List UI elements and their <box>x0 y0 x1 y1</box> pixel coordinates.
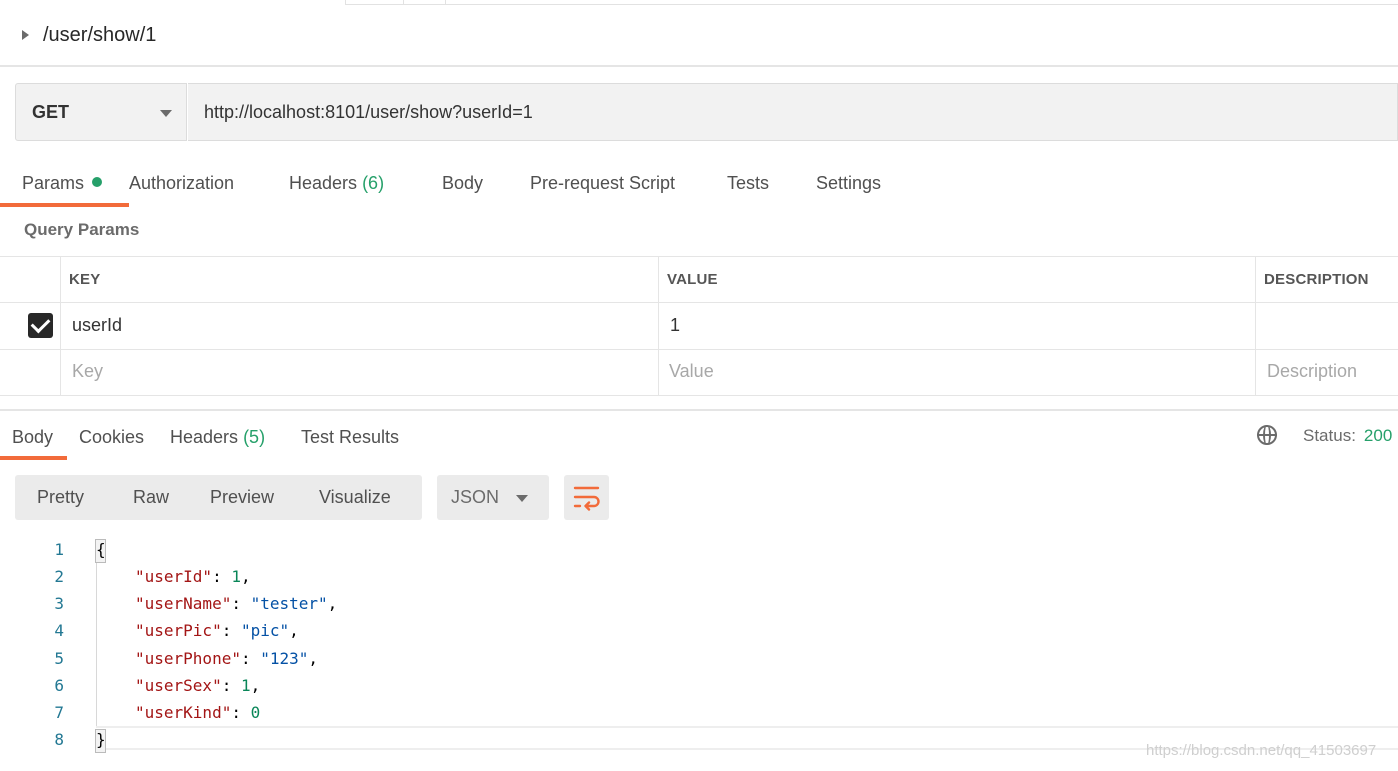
code-line: "userSex": 1, <box>135 676 261 695</box>
line-number: 2 <box>54 567 64 586</box>
code-line: "userId": 1, <box>135 567 251 586</box>
json-close-brace: } <box>96 730 106 749</box>
line-number: 1 <box>54 540 64 559</box>
json-value: "pic" <box>240 621 290 640</box>
json-value: "tester" <box>250 594 328 613</box>
json-comma: , <box>308 649 319 668</box>
code-lines: 1 2 3 4 5 6 7 8 { "userId": 1, "userName… <box>0 0 1398 771</box>
code-line: "userPhone": "123", <box>135 649 319 668</box>
json-comma: , <box>327 594 338 613</box>
json-open-brace: { <box>96 540 106 559</box>
line-number: 6 <box>54 676 64 695</box>
line-number: 7 <box>54 703 64 722</box>
code-line: "userPic": "pic", <box>135 621 299 640</box>
code-line: } <box>96 730 106 749</box>
line-number: 4 <box>54 621 64 640</box>
json-key: "userPic" <box>135 621 222 640</box>
json-value: 0 <box>250 703 261 722</box>
json-key: "userSex" <box>135 676 222 695</box>
json-key: "userKind" <box>135 703 232 722</box>
json-key: "userName" <box>135 594 232 613</box>
json-comma: , <box>289 621 299 640</box>
line-number: 5 <box>54 649 64 668</box>
json-comma: , <box>250 676 261 695</box>
code-line: "userName": "tester", <box>135 594 338 613</box>
json-value: 1 <box>231 567 241 586</box>
line-number: 3 <box>54 594 64 613</box>
json-value: 1 <box>240 676 251 695</box>
watermark: https://blog.csdn.net/qq_41503697 <box>1146 742 1377 759</box>
line-number: 8 <box>54 730 64 749</box>
json-key: "userId" <box>135 567 213 586</box>
json-value: "123" <box>260 649 309 668</box>
code-line: "userKind": 0 <box>135 703 261 722</box>
code-line: { <box>96 540 106 559</box>
json-comma: , <box>240 567 251 586</box>
json-key: "userPhone" <box>135 649 241 668</box>
